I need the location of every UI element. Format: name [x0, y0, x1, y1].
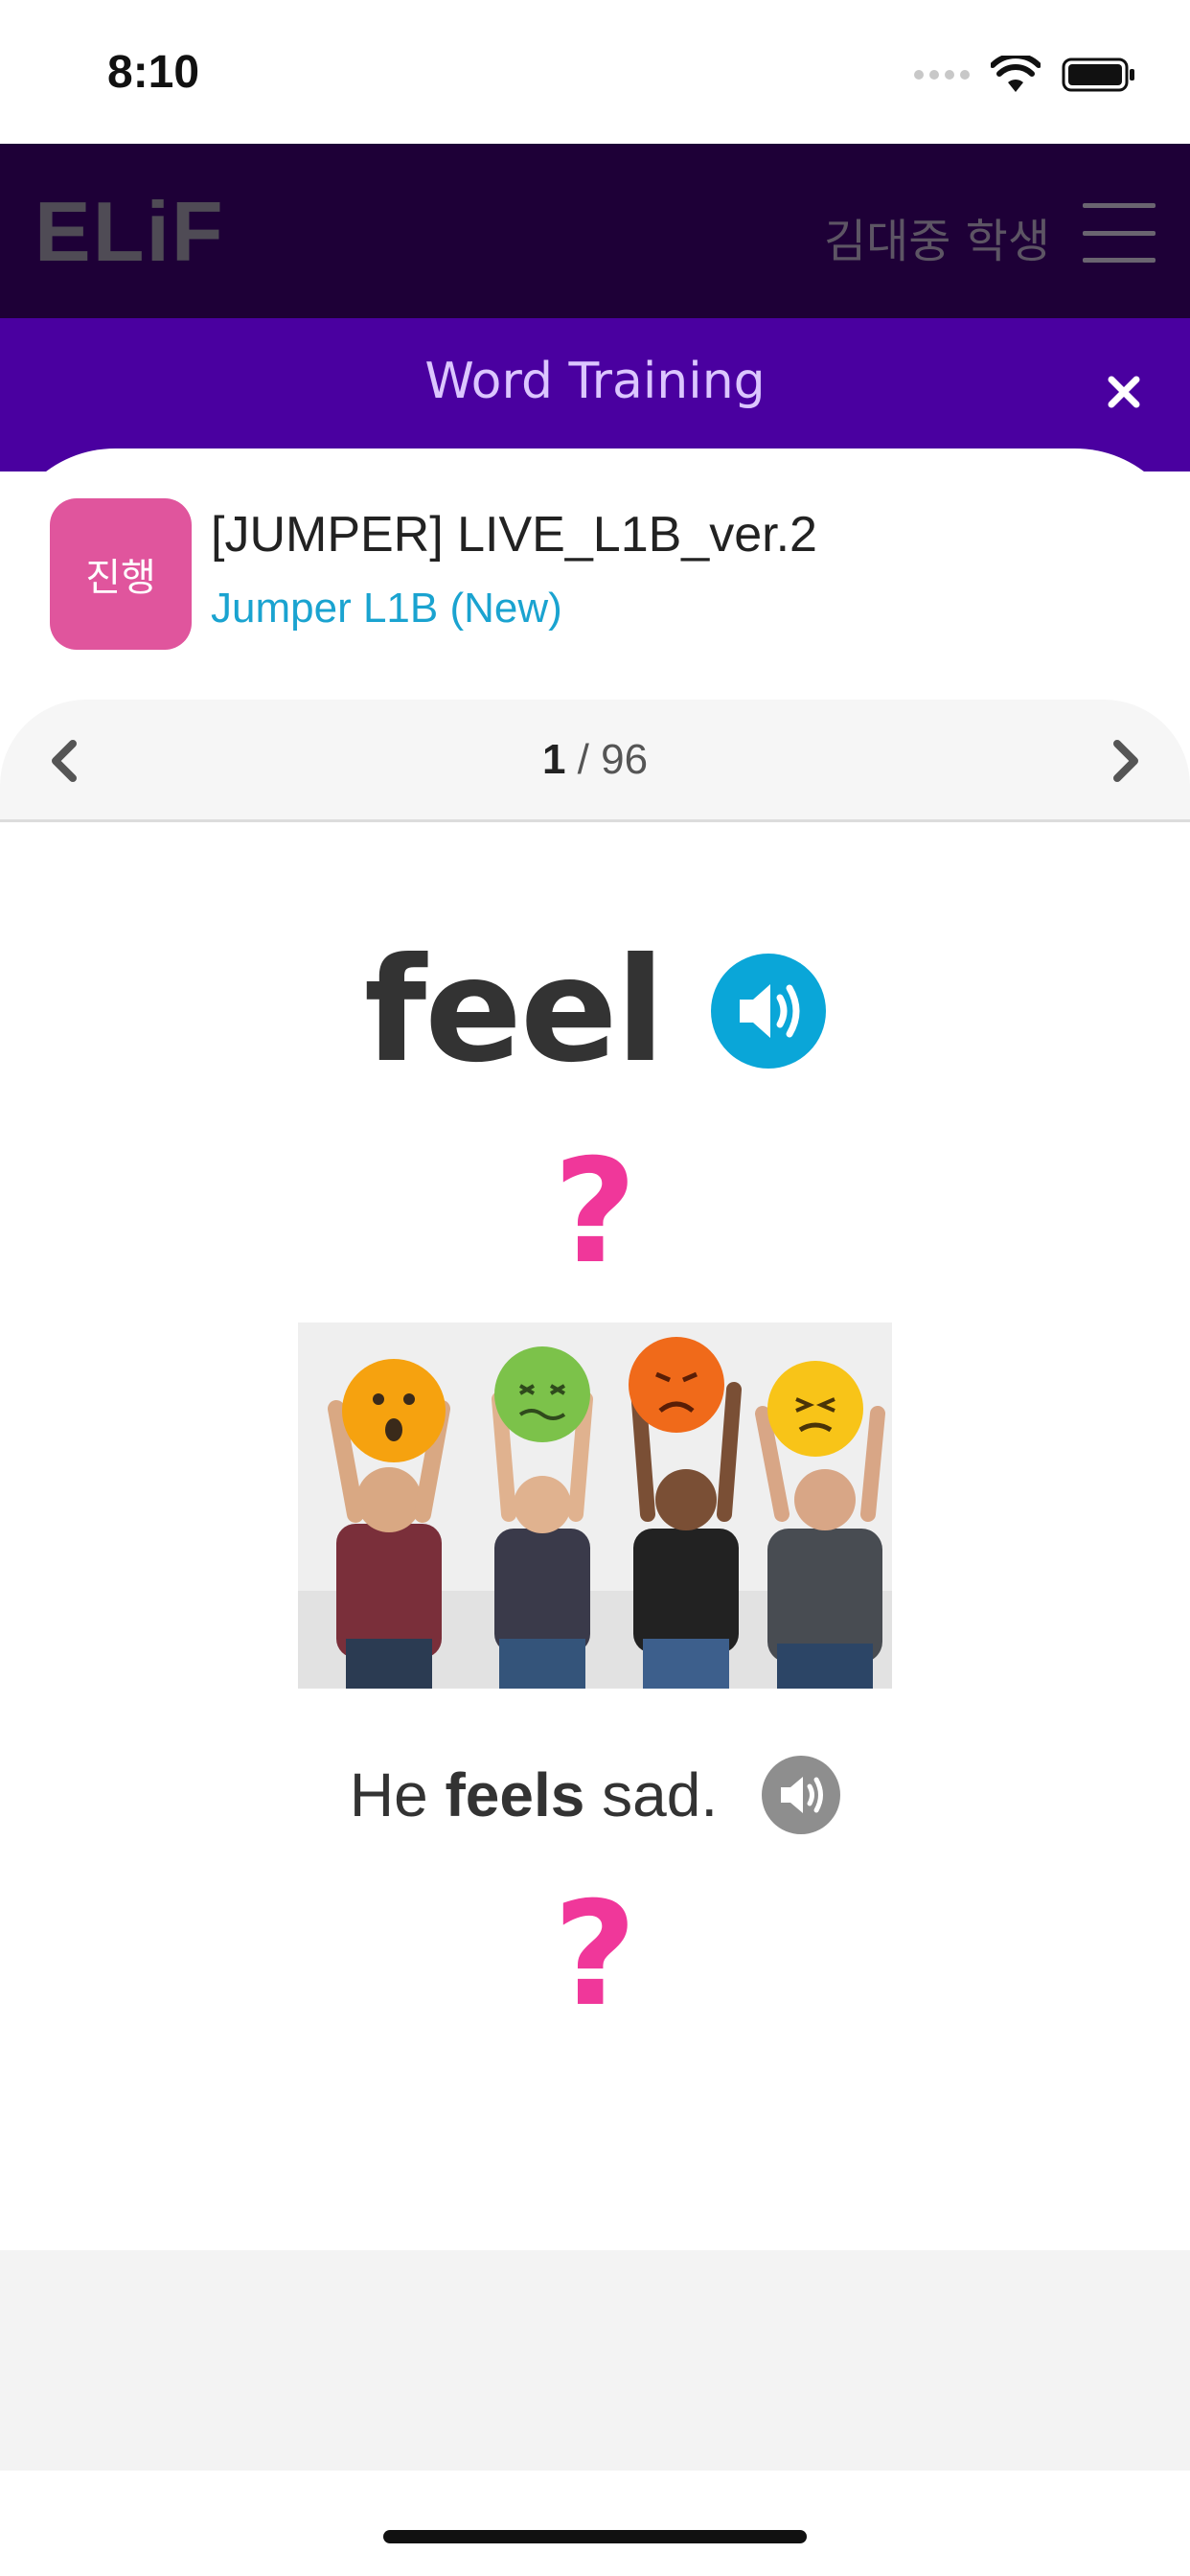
- page-title: Word Training: [424, 353, 766, 410]
- status-icons: [914, 56, 1136, 94]
- status-time: 8:10: [107, 47, 200, 98]
- chevron-right-icon[interactable]: [1094, 730, 1156, 792]
- vocab-word: feel: [363, 928, 665, 1094]
- hidden-sentence-meaning-question-mark[interactable]: ?: [0, 1883, 1190, 2027]
- hidden-meaning-question-mark[interactable]: ?: [0, 1140, 1190, 1284]
- sentence-highlighted-word: feels: [445, 1760, 585, 1829]
- course-title: [JUMPER] LIVE_L1B_ver.2: [211, 507, 817, 563]
- page-separator: /: [565, 736, 602, 783]
- app-header: ELiF 김대중 학생: [0, 144, 1190, 318]
- bottom-area: [0, 2250, 1190, 2471]
- close-icon[interactable]: [1100, 368, 1148, 416]
- sentence-part-after: sad.: [584, 1760, 719, 1829]
- page-total: 96: [601, 736, 649, 783]
- example-sentence-row: He feels sad.: [0, 1756, 1190, 1834]
- home-indicator[interactable]: [383, 2530, 807, 2543]
- page-counter: 1 / 96: [0, 736, 1190, 784]
- status-badge: 진행: [50, 498, 192, 650]
- word-illustration-image: [298, 1322, 892, 1689]
- user-name[interactable]: 김대중 학생: [824, 203, 1050, 270]
- word-card: feel ? He feels sad. ?: [0, 824, 1190, 2250]
- example-sentence: He feels sad.: [350, 1760, 718, 1830]
- elif-logo[interactable]: ELiF: [34, 192, 236, 272]
- page-current: 1: [541, 736, 566, 783]
- logo-text: ELiF: [34, 192, 225, 272]
- course-subtitle: Jumper L1B (New): [211, 585, 562, 632]
- status-bar: 8:10: [0, 0, 1190, 144]
- wifi-icon: [991, 56, 1041, 92]
- hamburger-icon[interactable]: [1083, 203, 1156, 263]
- pager: 1 / 96: [0, 700, 1190, 822]
- speaker-icon[interactable]: [711, 954, 827, 1069]
- sentence-part-before: He: [349, 1760, 446, 1829]
- word-row: feel: [0, 939, 1190, 1083]
- battery-icon: [1062, 58, 1134, 92]
- signal-dots-icon: [914, 70, 970, 80]
- course-card: 진행 [JUMPER] LIVE_L1B_ver.2 Jumper L1B (N…: [0, 448, 1190, 680]
- speaker-icon[interactable]: [762, 1756, 841, 1834]
